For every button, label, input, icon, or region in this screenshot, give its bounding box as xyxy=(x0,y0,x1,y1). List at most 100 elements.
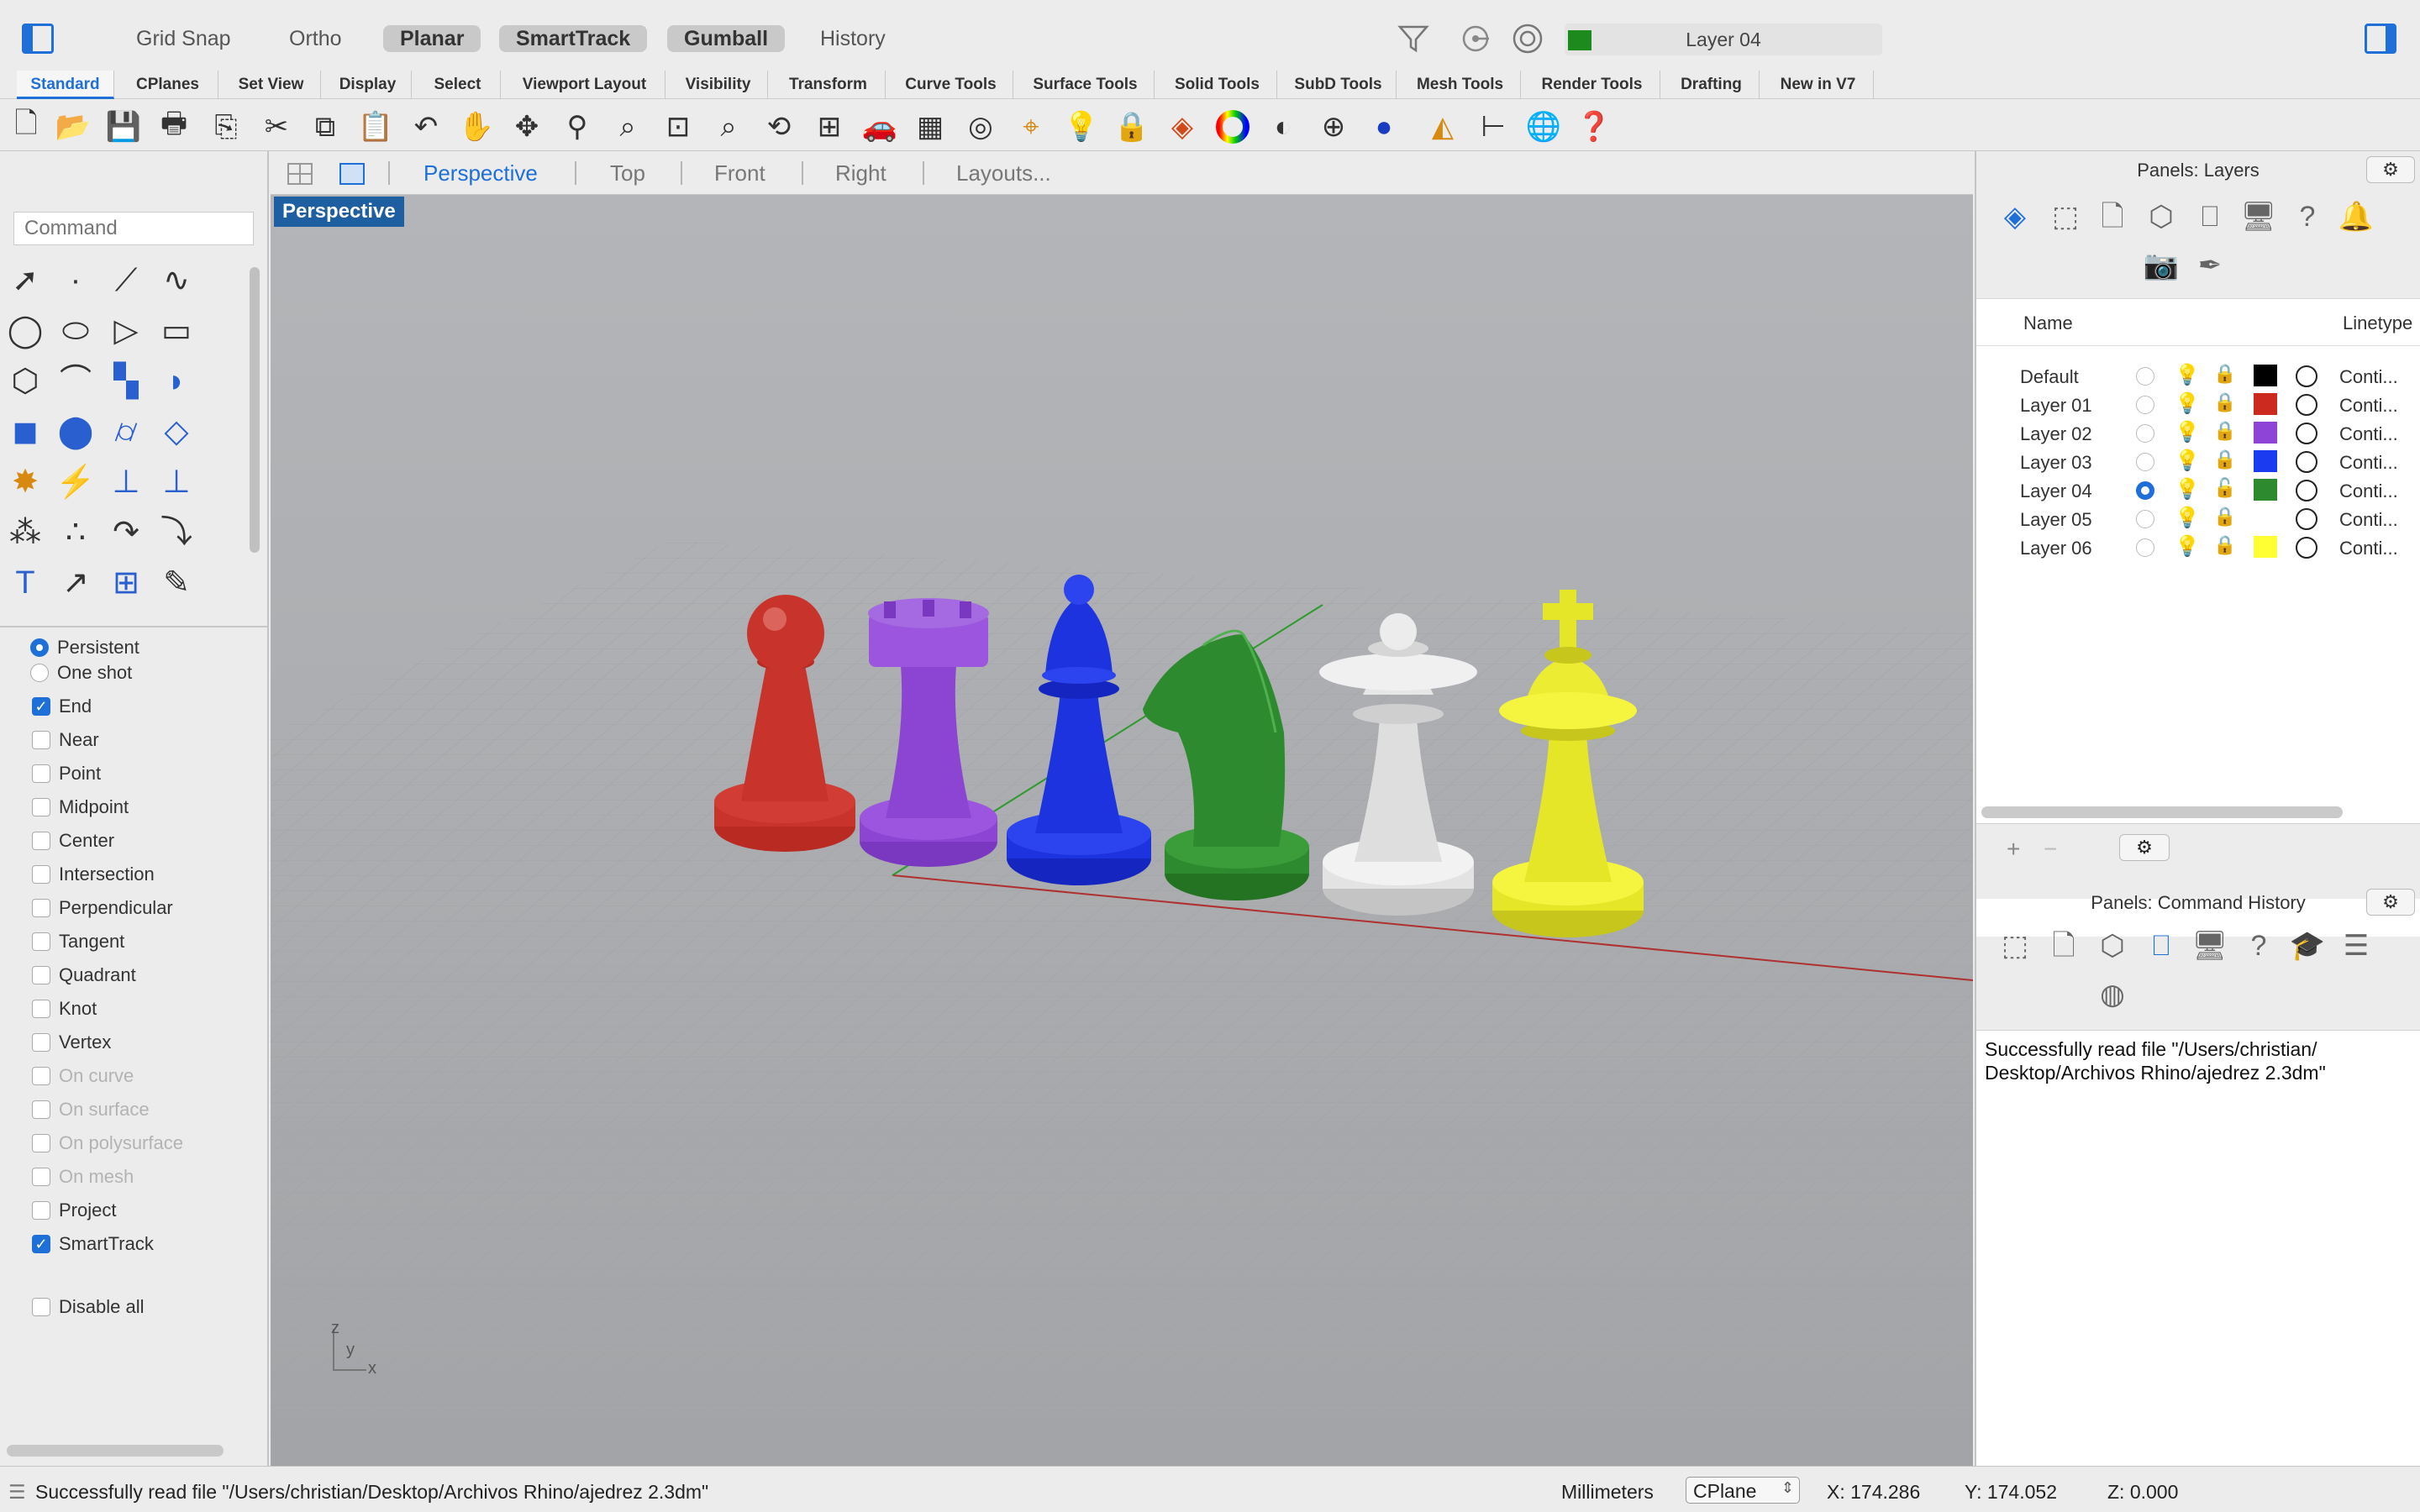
pan-hand-icon[interactable]: ✋ xyxy=(457,108,496,146)
undo-icon[interactable]: ↶ xyxy=(407,108,445,146)
persistent-option[interactable]: Persistent xyxy=(30,634,139,661)
current-layer-radio[interactable] xyxy=(2136,481,2154,500)
rotate-view-icon[interactable]: ✥ xyxy=(508,108,546,146)
column-linetype[interactable]: Linetype xyxy=(2343,312,2412,334)
osnap-quadrant[interactable]: Quadrant xyxy=(32,962,136,989)
layers-options-button[interactable]: ⚙︎ xyxy=(2119,834,2170,861)
column-name[interactable]: Name xyxy=(2023,312,2073,334)
properties-icon[interactable]: ⬚ xyxy=(1996,927,2033,964)
tab-solid-tools[interactable]: Solid Tools xyxy=(1158,71,1277,99)
new-file-icon[interactable]: 🗋 xyxy=(7,108,45,146)
material-icon[interactable] xyxy=(2296,423,2317,444)
display-monitor-icon[interactable]: 🖥 xyxy=(2191,927,2228,964)
current-layer-selector[interactable]: Layer 04 xyxy=(1565,24,1882,55)
layer-row[interactable]: Layer 02 💡 🔒 Conti... xyxy=(1976,418,2420,447)
current-layer-radio[interactable] xyxy=(2136,538,2154,557)
tab-mesh-tools[interactable]: Mesh Tools xyxy=(1400,71,1521,99)
viewport-tab-top[interactable]: Top xyxy=(610,158,645,188)
gumball-toggle[interactable]: Gumball xyxy=(667,25,786,52)
material-icon[interactable] xyxy=(2296,394,2317,416)
copy-icon[interactable]: ⧉ xyxy=(306,108,345,146)
cplane-select[interactable]: CPlane ⇕ xyxy=(1686,1477,1800,1504)
help-icon[interactable]: ❓ xyxy=(1575,108,1613,146)
save-icon[interactable]: 💾 xyxy=(104,108,143,146)
script-icon[interactable]: ✒ xyxy=(2191,247,2228,284)
single-viewport-icon[interactable] xyxy=(339,163,365,185)
planar-toggle[interactable]: Planar xyxy=(383,25,481,52)
select-filter-icon[interactable] xyxy=(1459,22,1492,55)
osnap-midpoint[interactable]: Midpoint xyxy=(32,794,129,821)
osnap-knot[interactable]: Knot xyxy=(32,995,97,1022)
notifications-bell-icon[interactable]: 🔔 xyxy=(2338,198,2375,235)
osnap-disable-all[interactable]: Disable all xyxy=(32,1294,145,1320)
right-sidebar-toggle-icon[interactable] xyxy=(2365,24,2396,54)
offset-icon[interactable]: ⤵ xyxy=(156,512,197,553)
layer-color-swatch[interactable] xyxy=(2254,393,2277,415)
edit-icon[interactable]: ✎ xyxy=(156,563,197,603)
layer-color-icon[interactable]: ◈ xyxy=(1163,108,1202,146)
rectangle-icon[interactable]: ▭ xyxy=(156,311,197,351)
layer-row[interactable]: Default 💡 🔒 Conti... xyxy=(1976,361,2420,390)
trim-icon[interactable]: ⊥ xyxy=(106,462,146,502)
cut-icon[interactable]: ✂ xyxy=(257,108,296,146)
smarttrack-toggle[interactable]: SmartTrack xyxy=(499,25,648,52)
command-history-icon[interactable]: ⎕ xyxy=(2143,927,2180,964)
bulb-icon[interactable]: 💡 xyxy=(2175,477,2200,501)
surface-icon[interactable]: ▚ xyxy=(106,361,146,402)
layer-row[interactable]: Layer 06 💡 🔒 Conti... xyxy=(1976,533,2420,561)
dimension-icon[interactable]: ⊢ xyxy=(1474,108,1512,146)
osnap-tangent[interactable]: Tangent xyxy=(32,928,124,955)
shaded-sphere-icon[interactable]: ◐ xyxy=(1264,108,1302,146)
move-icon[interactable]: ↗ xyxy=(55,563,96,603)
tab-display[interactable]: Display xyxy=(324,71,412,99)
grid-snap-toggle[interactable]: Grid Snap xyxy=(119,25,248,52)
tab-visibility[interactable]: Visibility xyxy=(669,71,768,99)
layer-row[interactable]: Layer 01 💡 🔒 Conti... xyxy=(1976,390,2420,418)
current-layer-radio[interactable] xyxy=(2136,367,2154,386)
mesh-icon[interactable]: ◇ xyxy=(156,412,197,452)
grid-icon[interactable]: ▦ xyxy=(911,108,950,146)
osnap-center[interactable]: Center xyxy=(32,827,114,854)
four-viewports-icon[interactable] xyxy=(287,163,313,185)
rotate-icon[interactable]: ↷ xyxy=(106,512,146,553)
list-icon[interactable]: ☰ xyxy=(2338,927,2375,964)
polyline-icon[interactable]: ⟋ xyxy=(106,260,146,301)
polygon-icon[interactable]: ▷ xyxy=(106,311,146,351)
properties-icon[interactable]: ⬚ xyxy=(2047,198,2084,235)
tab-transform[interactable]: Transform xyxy=(771,71,886,99)
tab-new-in-v7[interactable]: New in V7 xyxy=(1763,71,1874,99)
bulb-icon[interactable]: 💡 xyxy=(2175,449,2200,473)
material-icon[interactable] xyxy=(2296,480,2317,501)
tab-set-view[interactable]: Set View xyxy=(222,71,321,99)
layer-color-swatch[interactable] xyxy=(2254,479,2277,501)
material-icon[interactable] xyxy=(2296,451,2317,473)
light-bulb-icon[interactable]: 💡 xyxy=(1062,108,1101,146)
osnap-icon[interactable]: ⌖ xyxy=(1012,108,1050,146)
lock-icon[interactable]: 🔒 xyxy=(2213,534,2236,556)
command-input[interactable] xyxy=(13,212,254,245)
car-icon[interactable]: 🚗 xyxy=(860,108,899,146)
polygon-star-icon[interactable]: ⬡ xyxy=(5,361,45,402)
tab-cplanes[interactable]: CPlanes xyxy=(118,71,218,99)
osnap-project[interactable]: Project xyxy=(32,1197,116,1224)
left-panel-hscrollbar[interactable] xyxy=(7,1445,224,1457)
tab-select[interactable]: Select xyxy=(415,71,501,99)
object-cube-icon[interactable]: ⬡ xyxy=(2143,198,2180,235)
lock-icon[interactable]: 🔒 xyxy=(2213,391,2236,413)
history-toggle[interactable]: History xyxy=(803,25,902,52)
viewport-tab-perspective[interactable]: Perspective xyxy=(424,158,538,188)
osnap-intersection[interactable]: Intersection xyxy=(32,861,155,888)
osnap-perpendicular[interactable]: Perpendicular xyxy=(32,895,173,921)
current-layer-radio[interactable] xyxy=(2136,396,2154,414)
zoom-icon[interactable]: ⚲ xyxy=(558,108,597,146)
material-icon[interactable] xyxy=(2296,508,2317,530)
viewport-tab-front[interactable]: Front xyxy=(714,158,765,188)
group-icon[interactable]: ⁂ xyxy=(5,512,45,553)
web-globe-icon[interactable]: 🌐 xyxy=(1524,108,1563,146)
tab-viewport-layout[interactable]: Viewport Layout xyxy=(504,71,666,99)
import-icon[interactable]: ⎘ xyxy=(207,108,245,146)
paste-icon[interactable]: 📋 xyxy=(356,108,395,146)
tab-drafting[interactable]: Drafting xyxy=(1664,71,1760,99)
layer-color-swatch[interactable] xyxy=(2254,450,2277,472)
tab-standard[interactable]: Standard xyxy=(17,71,114,99)
